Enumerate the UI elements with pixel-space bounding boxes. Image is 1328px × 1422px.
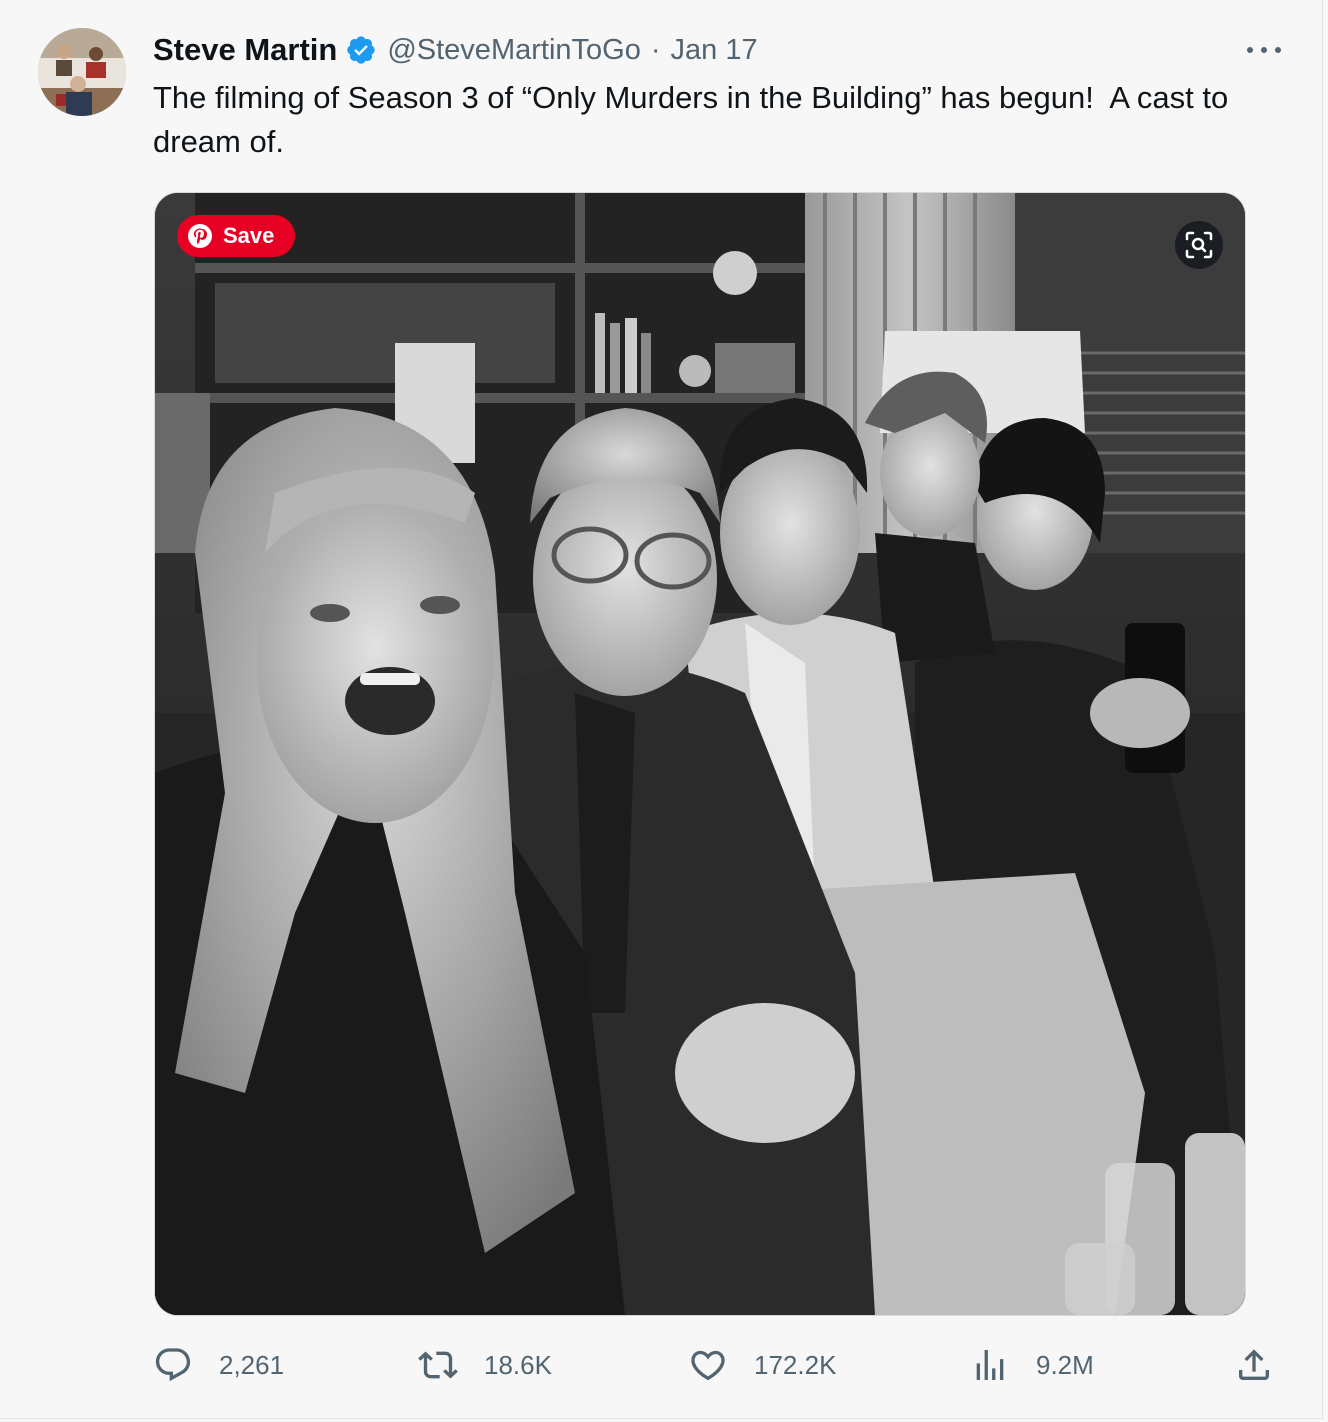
retweet-button[interactable]: 18.6K	[418, 1340, 552, 1390]
retweet-icon	[418, 1351, 458, 1379]
reply-icon	[155, 1348, 191, 1382]
pinterest-icon	[188, 224, 212, 248]
heart-icon	[691, 1350, 725, 1381]
author-name[interactable]: Steve Martin	[153, 32, 337, 68]
tweet-date[interactable]: Jan 17	[671, 34, 758, 67]
like-count: 172.2K	[754, 1349, 837, 1380]
pinterest-save-button[interactable]: Save	[177, 215, 295, 257]
retweet-count: 18.6K	[484, 1349, 552, 1380]
views-chart-icon	[976, 1350, 1004, 1380]
save-label: Save	[223, 223, 275, 248]
tweet-actions: 2,261 18.6K 172.2K 9.2M	[0, 1340, 1322, 1390]
avatar-photo	[38, 28, 126, 116]
cast-photo	[155, 193, 1245, 1315]
like-button[interactable]: 172.2K	[688, 1340, 836, 1390]
separator-dot: ·	[650, 33, 661, 66]
tweet-card[interactable]: Steve Martin @SteveMartinToGo · Jan 17 T…	[0, 0, 1323, 1419]
reply-button[interactable]: 2,261	[153, 1340, 284, 1390]
share-icon	[1239, 1349, 1269, 1380]
tweet-header: Steve Martin @SteveMartinToGo · Jan 17	[153, 30, 758, 70]
more-options-icon[interactable]	[1240, 36, 1288, 64]
tweet-text: The filming of Season 3 of “Only Murders…	[153, 80, 1237, 159]
avatar[interactable]	[38, 28, 126, 116]
reply-count: 2,261	[219, 1349, 285, 1380]
share-button[interactable]	[1234, 1340, 1274, 1390]
verified-badge-icon	[347, 36, 376, 64]
views-button[interactable]: 9.2M	[970, 1340, 1094, 1390]
views-count: 9.2M	[1036, 1349, 1094, 1380]
visual-search-button[interactable]	[1175, 221, 1223, 269]
visual-search-icon	[1185, 231, 1213, 259]
tweet-media[interactable]: Save	[154, 192, 1246, 1316]
author-handle[interactable]: @SteveMartinToGo	[387, 34, 640, 67]
